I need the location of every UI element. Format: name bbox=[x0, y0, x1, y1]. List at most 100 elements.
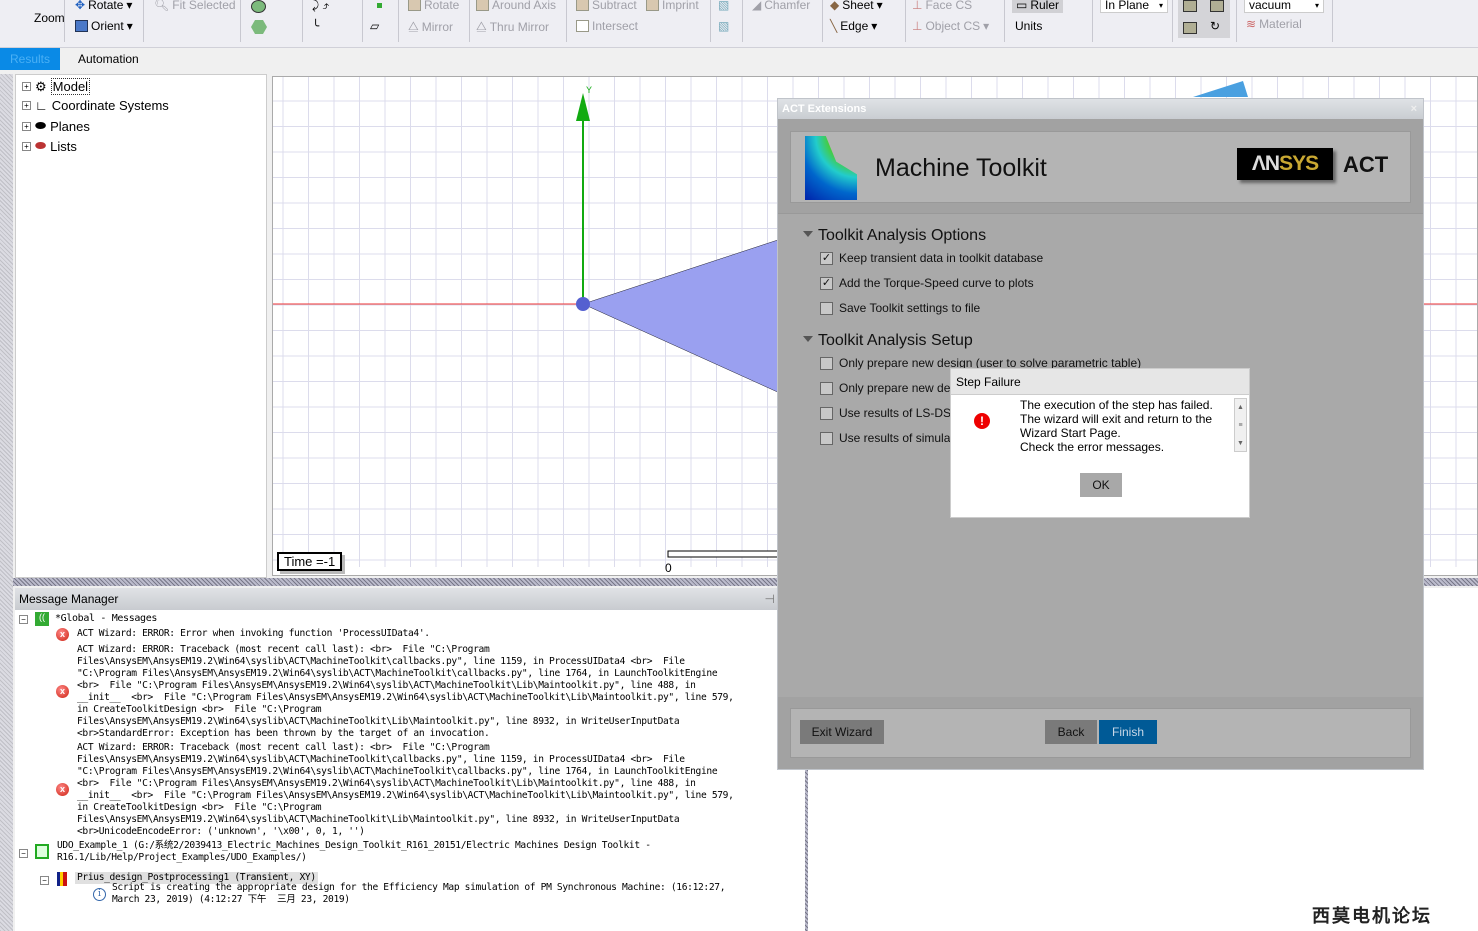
checkbox-simulation-results[interactable]: Use results of simula bbox=[820, 431, 950, 445]
checkbox-checked[interactable]: ✓ bbox=[820, 251, 833, 265]
exit-wizard-button[interactable]: Exit Wizard bbox=[800, 720, 884, 744]
units-button[interactable]: Units bbox=[1015, 19, 1042, 33]
checkbox-keep-transient[interactable]: ✓ Keep transient data in toolkit database bbox=[820, 251, 1043, 265]
object-cs-button[interactable]: ⊥ Object CS ▾ bbox=[912, 19, 989, 33]
subtract-label: Subtract bbox=[592, 0, 637, 12]
ansys-logo: ΛNSYS bbox=[1237, 148, 1333, 180]
orient-button[interactable]: Orient ▾ bbox=[75, 19, 133, 33]
chamfer-button[interactable]: ◢ Chamfer bbox=[752, 0, 810, 12]
plane-icon[interactable]: ⏥ bbox=[370, 19, 379, 33]
snap-vertex-icon[interactable] bbox=[1210, 0, 1224, 12]
rotate-duplicate-button[interactable]: Rotate bbox=[408, 0, 459, 12]
face-cs-button[interactable]: ⊥ Face CS bbox=[912, 0, 972, 12]
checkbox-torque-speed[interactable]: ✓ Add the Torque-Speed curve to plots bbox=[820, 276, 1034, 290]
curve-icon[interactable]: ╰ bbox=[312, 19, 319, 33]
tree-item-model[interactable]: + ⚙ Model bbox=[22, 78, 91, 95]
finish-button[interactable]: Finish bbox=[1099, 720, 1157, 744]
tab-results[interactable]: Results bbox=[0, 48, 60, 70]
around-axis-button[interactable]: Around Axis bbox=[476, 0, 556, 12]
mirror-label: Mirror bbox=[421, 19, 454, 34]
message-manager-header: Message Manager ⊣ bbox=[15, 588, 805, 610]
mirror-button[interactable]: ⧋ Mirror bbox=[408, 19, 453, 34]
checkbox-unchecked[interactable] bbox=[820, 301, 833, 315]
collapse-icon[interactable]: − bbox=[19, 615, 28, 624]
rotate-icon: ✥ bbox=[75, 0, 86, 12]
arc-icon[interactable]: ⤸ ⤴ bbox=[312, 0, 329, 13]
project-node[interactable]: UDO_Example_1 (G:/系统2/2039413_Electric_M… bbox=[57, 840, 651, 864]
thru-mirror-button[interactable]: ⧋ Thru Mirror bbox=[476, 19, 549, 34]
sheet-button[interactable]: ◆ Sheet ▾ bbox=[830, 0, 883, 12]
fit-selected-button[interactable]: 🔍︎ Fit Selected bbox=[154, 0, 236, 12]
expand-icon[interactable]: + bbox=[22, 121, 31, 131]
tree-label: Coordinate Systems bbox=[51, 98, 169, 113]
dialog-scrollbar[interactable]: ▲ ≡ ▼ bbox=[1234, 398, 1247, 452]
sheet-icon: ◆ bbox=[830, 0, 840, 12]
error-message[interactable]: ACT Wizard: ERROR: Traceback (most recen… bbox=[77, 742, 734, 838]
intersect-label: Intersect bbox=[592, 19, 639, 33]
pin-icon[interactable]: ⊣ bbox=[765, 588, 775, 610]
rotate-label: Rotate bbox=[88, 0, 124, 12]
expand-icon[interactable]: + bbox=[22, 101, 31, 110]
close-icon[interactable]: × bbox=[1411, 99, 1417, 119]
around-axis-icon bbox=[476, 0, 489, 11]
collapse-icon[interactable]: − bbox=[40, 876, 49, 885]
scale-label: 0 bbox=[665, 561, 672, 575]
expand-icon[interactable]: + bbox=[22, 141, 31, 151]
material-button[interactable]: ≋ Material bbox=[1246, 17, 1302, 31]
section-analysis-options[interactable]: Toolkit Analysis Options bbox=[818, 227, 986, 245]
ok-button[interactable]: OK bbox=[1080, 473, 1122, 497]
left-splitter[interactable] bbox=[0, 74, 13, 931]
global-messages-node[interactable]: *Global - Messages bbox=[55, 613, 157, 625]
message-line: Files\AnsysEM\AnsysEM19.2\Win64\syslib\A… bbox=[77, 754, 685, 765]
collapse-triangle-icon[interactable] bbox=[803, 231, 813, 237]
chamfer-icon: ◢ bbox=[752, 0, 762, 12]
section-analysis-setup[interactable]: Toolkit Analysis Setup bbox=[818, 332, 973, 350]
material-select[interactable]: vacuum ▾ bbox=[1244, 0, 1324, 13]
tab-automation[interactable]: Automation bbox=[60, 48, 157, 70]
edge-button[interactable]: ╲ Edge ▾ bbox=[830, 19, 877, 33]
collapse-icon[interactable]: − bbox=[19, 849, 28, 858]
zoom-button[interactable]: Zoom bbox=[34, 11, 65, 25]
tree-item-coordinate-systems[interactable]: + ∟ Coordinate Systems bbox=[22, 98, 169, 113]
checkbox-checked[interactable]: ✓ bbox=[820, 276, 833, 290]
checkbox-unchecked[interactable] bbox=[820, 406, 833, 420]
checkbox-ls-dso[interactable]: Use results of LS-DS bbox=[820, 406, 951, 420]
message-line: __init__ <br> File "C:\Program Files\Ans… bbox=[77, 790, 734, 801]
ellipse-icon[interactable] bbox=[251, 0, 266, 13]
loft-icon[interactable]: ▧ bbox=[718, 19, 729, 33]
wizard-title: Machine Toolkit bbox=[875, 154, 1047, 182]
checkbox-unchecked[interactable] bbox=[820, 431, 833, 445]
rotate-button[interactable]: ✥ Rotate ▾ bbox=[75, 0, 132, 12]
message-line: ACT Wizard: ERROR: Traceback (most recen… bbox=[77, 644, 490, 655]
snap-grid-icon[interactable] bbox=[1183, 0, 1197, 12]
sweep-icon[interactable]: ▧ bbox=[718, 0, 729, 12]
back-button[interactable]: Back bbox=[1045, 720, 1097, 744]
y-axis-arrow-icon bbox=[576, 93, 590, 121]
message-line: <br>StandardError: Exception has been th… bbox=[77, 728, 490, 739]
tree-item-planes[interactable]: + ⬬ Planes bbox=[22, 118, 90, 134]
error-icon: ! bbox=[974, 413, 990, 429]
expand-icon[interactable]: + bbox=[22, 82, 31, 91]
intersect-button[interactable]: Intersect bbox=[576, 19, 638, 33]
info-message[interactable]: Script is creating the appropriate desig… bbox=[112, 882, 725, 906]
polygon-icon[interactable] bbox=[251, 20, 267, 34]
plane-mode-value: In Plane bbox=[1105, 0, 1150, 12]
checkbox-unchecked[interactable] bbox=[820, 356, 833, 370]
snap-edge-icon[interactable] bbox=[1183, 22, 1197, 34]
checkbox-only-prepare-2[interactable]: Only prepare new de bbox=[820, 381, 950, 395]
planes-icon: ⬬ bbox=[35, 118, 47, 133]
error-message[interactable]: ACT Wizard: ERROR: Traceback (most recen… bbox=[77, 644, 734, 740]
project-icon bbox=[35, 844, 49, 859]
point-icon[interactable] bbox=[377, 3, 382, 8]
imprint-button[interactable]: Imprint bbox=[646, 0, 699, 12]
subtract-button[interactable]: Subtract bbox=[576, 0, 637, 12]
checkbox-unchecked[interactable] bbox=[820, 381, 833, 395]
collapse-triangle-icon[interactable] bbox=[803, 336, 813, 342]
snap-arc-icon[interactable]: ↻ bbox=[1210, 19, 1220, 33]
error-message[interactable]: ACT Wizard: ERROR: Error when invoking f… bbox=[77, 628, 430, 640]
plane-mode-select[interactable]: In Plane ▾ bbox=[1100, 0, 1168, 13]
window-title-bar[interactable]: ACT Extensions × bbox=[778, 99, 1423, 119]
ruler-button[interactable]: ▭ Ruler bbox=[1012, 0, 1064, 13]
tree-item-lists[interactable]: + ⬬ Lists bbox=[22, 138, 77, 154]
checkbox-save-settings[interactable]: Save Toolkit settings to file bbox=[820, 301, 980, 315]
